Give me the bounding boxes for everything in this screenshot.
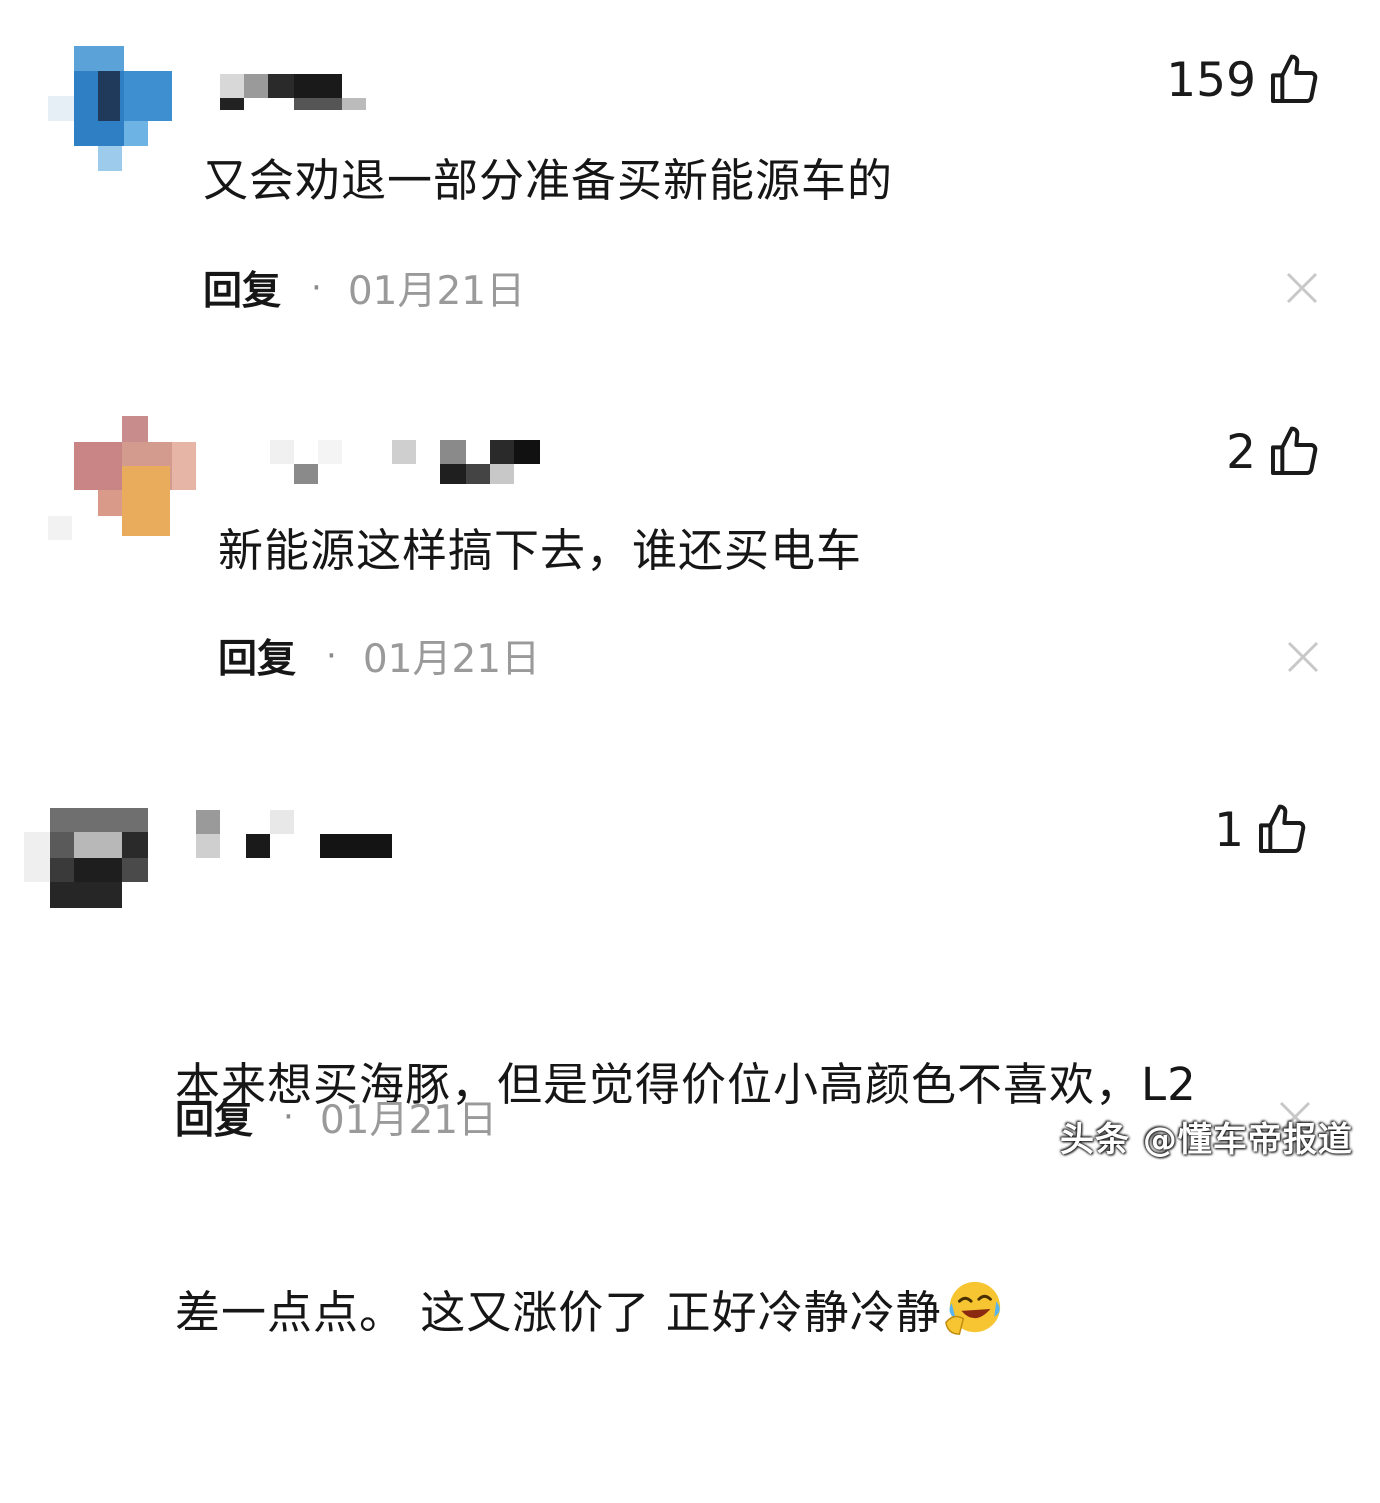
comment-text: 本来想买海豚，但是觉得价位小高颜色不喜欢，L2 差一点点。 这又涨价了 正好冷静… <box>175 895 1355 1503</box>
comment-text: 新能源这样搞下去，谁还买电车 <box>218 524 863 577</box>
watermark: 头条 @懂车帝报道 <box>1060 1120 1353 1160</box>
comment-text-line-2-text: 差一点点。 这又涨价了 正好冷静冷静 <box>175 1286 942 1339</box>
reply-button[interactable]: 回复 <box>175 1089 253 1145</box>
avatar[interactable] <box>48 46 198 196</box>
username[interactable] <box>270 440 630 490</box>
like-count: 2 <box>1226 424 1256 480</box>
comment-meta: 回复 · 01月21日 <box>175 1089 498 1145</box>
like-button[interactable]: 159 <box>1166 48 1322 112</box>
like-button[interactable]: 1 <box>1214 798 1310 862</box>
comment-date: 01月21日 <box>362 637 541 682</box>
reply-button[interactable]: 回复 <box>218 628 296 684</box>
separator-dot: · <box>326 636 337 676</box>
username[interactable] <box>220 72 580 122</box>
comment-date: 01月21日 <box>347 269 526 314</box>
thumbs-up-icon <box>1271 426 1318 475</box>
thumbs-up-icon <box>1259 804 1306 853</box>
close-icon[interactable] <box>1286 640 1320 674</box>
comment-text: 又会劝退一部分准备买新能源车的 <box>203 154 894 207</box>
avatar[interactable] <box>24 808 174 958</box>
thumbs-up-icon <box>1271 54 1318 103</box>
close-icon[interactable] <box>1285 271 1319 305</box>
laughing-crying-emoji-icon <box>944 1281 1000 1335</box>
separator-dot: · <box>311 268 322 308</box>
reply-button[interactable]: 回复 <box>203 260 281 316</box>
comment-text-line-2: 差一点点。 这又涨价了 正好冷静冷静 <box>175 1275 1355 1351</box>
comment-meta: 回复 · 01月21日 <box>203 260 526 316</box>
comment-date: 01月21日 <box>319 1098 498 1143</box>
comment-meta: 回复 · 01月21日 <box>218 628 541 684</box>
avatar[interactable] <box>48 416 198 566</box>
like-count: 159 <box>1166 52 1256 108</box>
username[interactable] <box>196 810 556 860</box>
like-count: 1 <box>1214 802 1244 858</box>
separator-dot: · <box>283 1097 294 1137</box>
like-button[interactable]: 2 <box>1226 420 1322 484</box>
